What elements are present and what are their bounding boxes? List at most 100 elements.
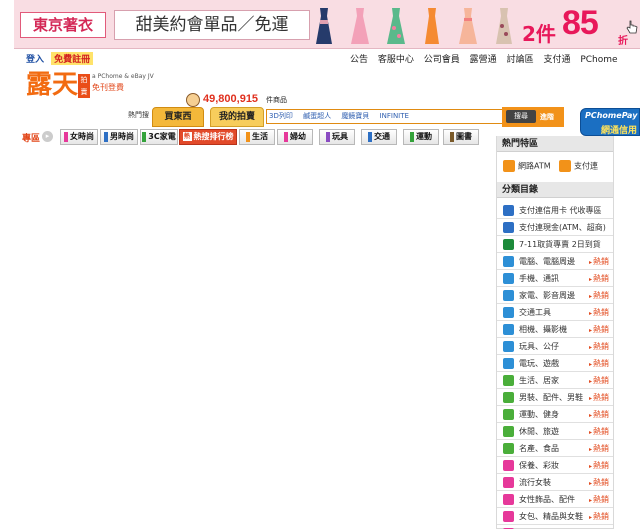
tab-label: 生活 [252, 132, 268, 141]
hot-keyword[interactable]: 鹹蛋超人 [303, 112, 331, 120]
mascot-face-icon [186, 93, 200, 107]
tab-toys[interactable]: 玩具 [319, 129, 355, 145]
category-list-item[interactable]: 保養、彩妝 熱銷 [497, 457, 613, 474]
category-label: 女包、精品與女鞋 [519, 512, 583, 521]
category-list-item[interactable]: 女性飾品、配件 熱銷 [497, 491, 613, 508]
category-nav: 專區 ▸ 女時尚 男時尚 3C家電 熱熱搜排行榜 生活 婦幼 玩具 交通 運動 … [22, 129, 482, 145]
hot-sale-link[interactable]: 熱銷 [589, 375, 609, 386]
tab-my-auction[interactable]: 我的拍賣 [210, 107, 264, 127]
category-list-item[interactable]: 寵物文具熱銷 [497, 525, 613, 529]
category-list-item[interactable]: 生活、居家 熱銷 [497, 372, 613, 389]
hot-keyword[interactable]: 魔鏡寶貝 [341, 112, 369, 120]
hot-sale-link[interactable]: 熱銷 [589, 341, 609, 352]
hot-sale-link[interactable]: 熱銷 [589, 324, 609, 335]
item-count-unit: 件商品 [266, 96, 287, 104]
category-list-item[interactable]: 休閒、旅遊 熱銷 [497, 423, 613, 440]
tab-buy[interactable]: 買東西 [152, 107, 204, 127]
hot-sale-link[interactable]: 熱銷 [589, 477, 609, 488]
category-icon [503, 477, 514, 488]
top-link[interactable]: 公司會員 [424, 55, 460, 65]
hot-zone-item-atm[interactable]: 網路ATM [503, 160, 551, 174]
category-nav-label[interactable]: 專區 [22, 131, 40, 144]
category-list-item[interactable]: 運動、健身 熱銷 [497, 406, 613, 423]
tab-women-fashion[interactable]: 女時尚 [60, 129, 98, 145]
tab-maternity[interactable]: 婦幼 [277, 129, 313, 145]
category-list-item[interactable]: 流行女裝 熱銷 [497, 474, 613, 491]
category-icon [503, 222, 514, 233]
ad-banner[interactable]: 東京著衣 甜美約會單品／免運 2件 85 折 [14, 0, 640, 49]
category-list-item[interactable]: 女包、精品與女鞋熱銷 [497, 508, 613, 525]
tab-transport[interactable]: 交通 [361, 129, 397, 145]
category-list-item[interactable]: 電腦、電腦周邊 熱銷 [497, 253, 613, 270]
tab-label: 女時尚 [70, 132, 94, 141]
category-list-item[interactable]: 男裝、配件、男鞋熱銷 [497, 389, 613, 406]
tab-books[interactable]: 圖書 [443, 129, 479, 145]
category-list-item[interactable]: 電玩、遊戲 熱銷 [497, 355, 613, 372]
chevron-right-icon[interactable]: ▸ [42, 131, 53, 142]
category-list-item[interactable]: 名產、食品 熱銷 [497, 440, 613, 457]
top-link[interactable]: 公告 [350, 55, 368, 65]
hot-keyword[interactable]: 3D列印 [269, 112, 293, 120]
search-button[interactable]: 搜尋 [506, 110, 536, 123]
hot-sale-link[interactable]: 熱銷 [589, 511, 609, 522]
search-input[interactable]: 3D列印 鹹蛋超人 魔鏡寶貝 INFINITE [266, 109, 504, 124]
category-list-item[interactable]: 交通工具 熱銷 [497, 304, 613, 321]
item-count: 49,800,915 [203, 93, 259, 105]
hot-sale-link[interactable]: 熱銷 [589, 409, 609, 420]
dress-floral-icon [384, 6, 408, 46]
hot-sale-link[interactable]: 熱銷 [589, 494, 609, 505]
banner-promo[interactable]: 2件 85 折 [522, 4, 638, 47]
category-list-item[interactable]: 支付連現金(ATM、超商) [497, 219, 613, 236]
top-link[interactable]: 討論區 [507, 55, 534, 65]
hot-keyword[interactable]: INFINITE [380, 112, 409, 120]
category-list-item[interactable]: 7-11取貨專賣 2日到貨 [497, 236, 613, 253]
pay-icon [559, 160, 571, 172]
tab-color-icon [410, 131, 414, 142]
category-icon [503, 256, 514, 267]
category-list-item[interactable]: 支付連信用卡 代收專區 [497, 202, 613, 219]
top-link[interactable]: 露營通 [470, 55, 497, 65]
category-list-item[interactable]: 相機、攝影機 熱銷 [497, 321, 613, 338]
hot-sale-link[interactable]: 熱銷 [589, 392, 609, 403]
tab-life[interactable]: 生活 [239, 129, 275, 145]
tab-hot-ranking[interactable]: 熱熱搜排行榜 [179, 129, 237, 145]
hand-cursor-icon [626, 20, 638, 34]
tab-color-icon [64, 131, 68, 142]
pchomepay-ad[interactable]: PChomePay 網通信用 [580, 108, 640, 136]
category-icon [503, 494, 514, 505]
tab-color-icon [246, 131, 250, 142]
hot-sale-link[interactable]: 熱銷 [589, 256, 609, 267]
category-list-item[interactable]: 家電、影音周邊 熱銷 [497, 287, 613, 304]
tab-3c-appliance[interactable]: 3C家電 [140, 129, 178, 145]
site-logo[interactable]: 露天 拍賣 [26, 70, 90, 104]
category-list-item[interactable]: 手機、通訊 熱銷 [497, 270, 613, 287]
hot-zone-item-pay[interactable]: 支付連 [559, 160, 598, 174]
category-icon [503, 511, 514, 522]
tab-label: 熱搜排行榜 [193, 132, 234, 141]
hot-sale-link[interactable]: 熱銷 [589, 460, 609, 471]
top-link[interactable]: 支付通 [543, 55, 570, 65]
top-link[interactable]: PChome [580, 55, 617, 65]
tab-label: 男時尚 [110, 132, 134, 141]
category-icon [503, 392, 514, 403]
hot-sale-link[interactable]: 熱銷 [589, 426, 609, 437]
category-icon [503, 460, 514, 471]
hot-sale-link[interactable]: 熱銷 [589, 358, 609, 369]
tab-color-icon [368, 131, 372, 142]
logo-subtitle: a PChome & eBay JV [92, 73, 154, 80]
register-link[interactable]: 免費註冊 [51, 52, 94, 65]
category-list-item[interactable]: 玩具、公仔 熱銷 [497, 338, 613, 355]
tab-sports[interactable]: 運動 [403, 129, 439, 145]
hot-sale-link[interactable]: 熱銷 [589, 443, 609, 454]
hot-sale-link[interactable]: 熱銷 [589, 290, 609, 301]
tab-men-fashion[interactable]: 男時尚 [100, 129, 138, 145]
tab-color-icon [450, 131, 454, 142]
banner-slogan[interactable]: 甜美約會單品／免運 [114, 10, 310, 40]
logo-free-listing[interactable]: 免刊登費 [92, 82, 124, 93]
login-link[interactable]: 登入 [26, 55, 44, 65]
advanced-search-link[interactable]: 進階 [540, 112, 554, 122]
banner-brand-logo[interactable]: 東京著衣 [20, 12, 106, 38]
top-link[interactable]: 客服中心 [378, 55, 414, 65]
hot-sale-link[interactable]: 熱銷 [589, 307, 609, 318]
hot-sale-link[interactable]: 熱銷 [589, 273, 609, 284]
